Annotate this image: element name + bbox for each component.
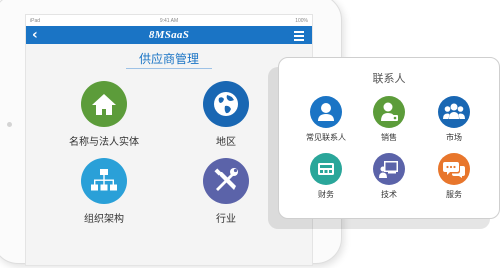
contact-label: 服务 — [446, 190, 462, 199]
presentation-icon — [373, 153, 405, 185]
contact-tech[interactable]: 技术 — [359, 153, 419, 200]
contact-market[interactable]: 市场 — [424, 96, 484, 143]
contact-label: 技术 — [381, 190, 397, 199]
status-bar: iPad 9:41 AM 100% — [26, 15, 312, 26]
contact-label: 销售 — [381, 133, 397, 142]
tile-label: 名称与法人实体 — [69, 137, 139, 148]
contact-label: 市场 — [446, 133, 462, 142]
finance-icon — [310, 153, 342, 185]
contact-service[interactable]: 服务 — [424, 153, 484, 200]
contact-sales[interactable]: 销售 — [359, 96, 419, 143]
contacts-card: 联系人 常见联系人 销售 市场 财务 技术 服务 — [278, 57, 500, 219]
tablet-camera-dot — [7, 122, 12, 127]
tile-org-structure[interactable]: 组织架构 — [44, 158, 164, 225]
globe-icon — [203, 81, 249, 127]
group-icon — [438, 96, 470, 128]
person-icon — [310, 96, 342, 128]
tile-label: 组织架构 — [84, 214, 124, 225]
title-underline — [126, 68, 212, 69]
page-title: 供应商管理 — [138, 52, 199, 66]
contact-finance[interactable]: 财务 — [296, 153, 356, 200]
nav-bar: ‹ 8MSaaS — [26, 26, 312, 44]
status-battery: 100% — [295, 18, 308, 24]
tile-legal-entity[interactable]: 名称与法人实体 — [44, 81, 164, 148]
contacts-card-title: 联系人 — [372, 72, 406, 85]
chat-icon — [438, 153, 470, 185]
menu-icon[interactable] — [294, 31, 304, 43]
app-logo: 8MSaaS — [148, 29, 190, 41]
contact-label: 财务 — [318, 190, 334, 199]
contact-label: 常见联系人 — [306, 133, 346, 142]
contact-common[interactable]: 常见联系人 — [296, 96, 356, 143]
salesperson-icon — [373, 96, 405, 128]
org-chart-icon — [81, 158, 127, 204]
home-icon — [81, 81, 127, 127]
status-time: 9:41 AM — [159, 18, 179, 24]
tools-icon — [203, 158, 249, 204]
